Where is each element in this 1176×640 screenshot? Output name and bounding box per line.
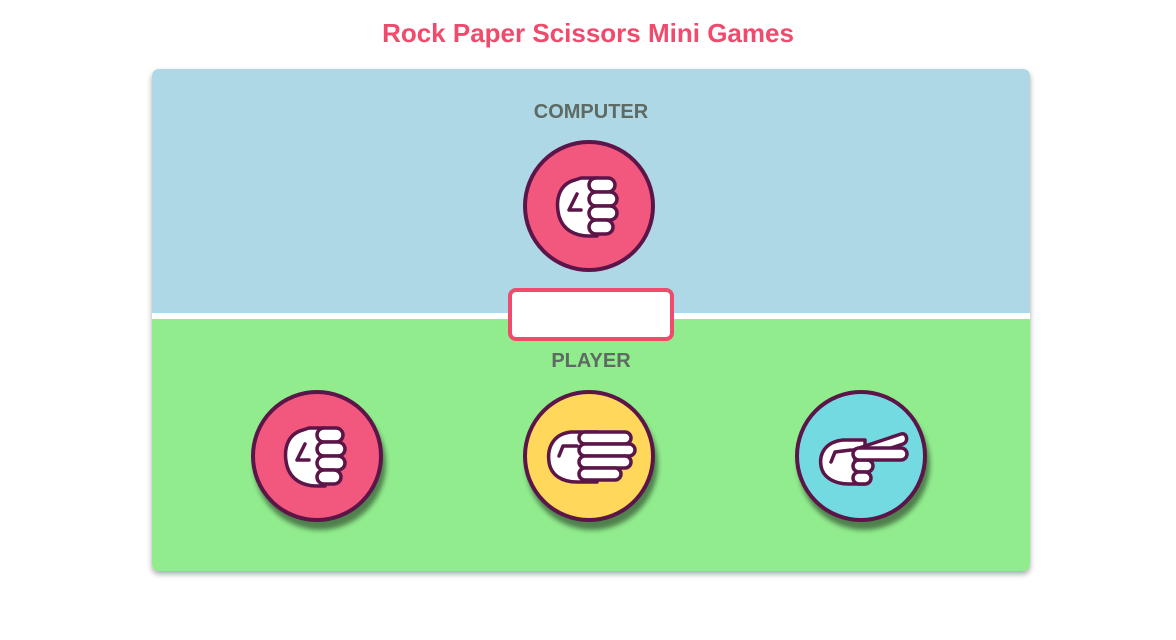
page-title: Rock Paper Scissors Mini Games xyxy=(382,18,794,48)
rock-hand-icon xyxy=(283,426,347,488)
computer-choice xyxy=(523,140,655,272)
scissors-button[interactable] xyxy=(795,390,927,522)
rock-button[interactable] xyxy=(251,390,383,522)
computer-label: COMPUTER xyxy=(533,101,649,123)
rock-hand-icon xyxy=(555,176,619,238)
paper-hand-icon xyxy=(546,430,637,484)
scissors-hand-icon xyxy=(818,432,909,486)
player-label: PLAYER xyxy=(551,350,631,372)
result-display xyxy=(508,288,674,341)
paper-button[interactable] xyxy=(523,390,655,522)
